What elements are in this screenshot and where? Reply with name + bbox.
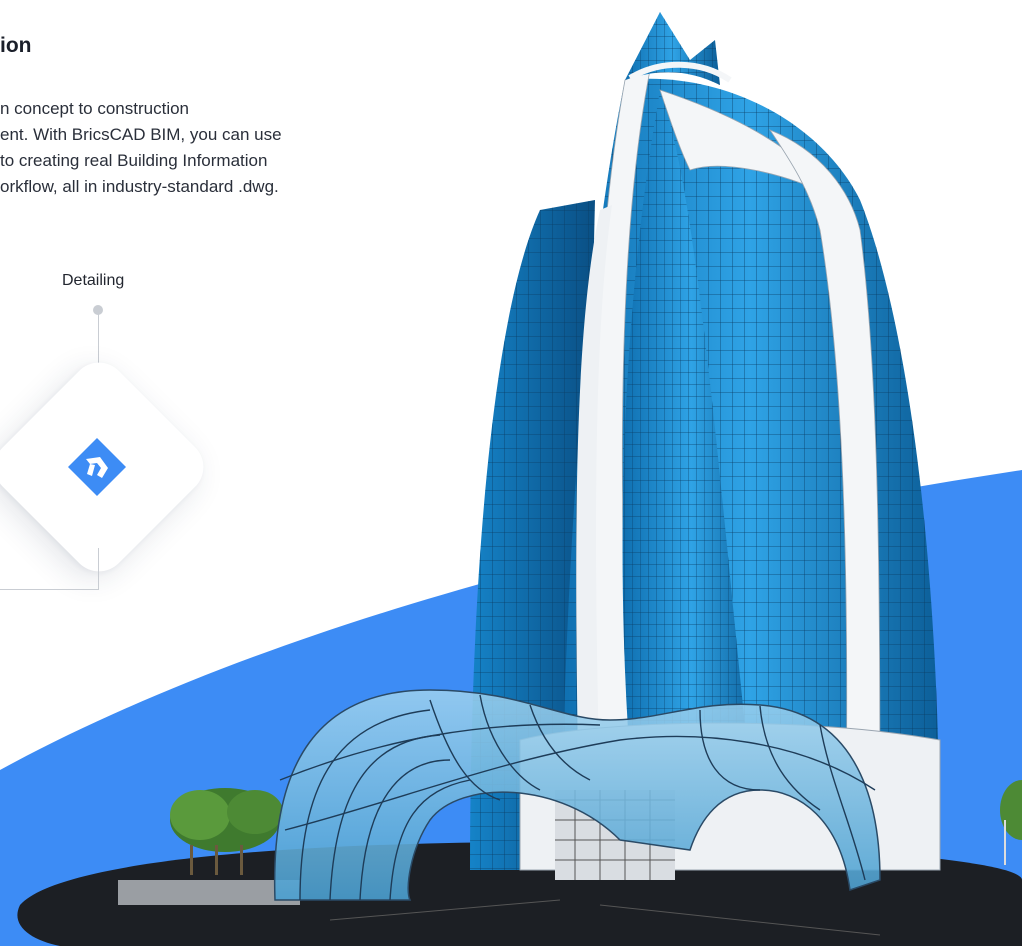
- paragraph-line: orkflow, all in industry-standard .dwg.: [0, 177, 279, 196]
- intro-paragraph: n concept to construction ent. With Bric…: [0, 96, 410, 200]
- workflow-node-label: Detailing: [62, 272, 125, 289]
- connector-line: [0, 589, 99, 590]
- paragraph-line: ent. With BricsCAD BIM, you can use: [0, 125, 282, 144]
- connector-line: [98, 548, 99, 590]
- section-heading: ion: [0, 34, 32, 57]
- paragraph-line: to creating real Building Information: [0, 151, 268, 170]
- bricscad-logo-icon: [68, 438, 126, 496]
- paragraph-line: n concept to construction: [0, 99, 190, 118]
